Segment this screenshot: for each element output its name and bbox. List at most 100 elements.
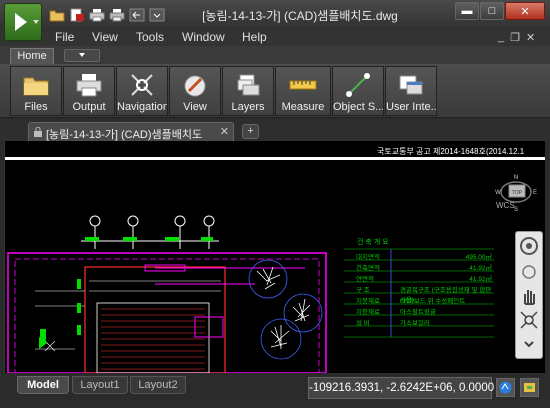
info-row: 구 조 경골목구조 (구조용집성재 및 합판사용) <box>344 284 494 304</box>
info-value: 아스팔트슁글 <box>400 309 436 316</box>
maximize-icon: □ <box>488 5 496 17</box>
tab-layout1[interactable]: Layout1 <box>72 376 128 394</box>
viewcube-west-label: W <box>495 190 501 196</box>
chevron-down-icon <box>33 20 39 24</box>
document-tab-label: [농림-14-13-가] (CAD)샘플배치도 <box>46 129 203 141</box>
chevron-down-icon <box>79 53 85 57</box>
navigation-icon <box>131 74 153 96</box>
steering-wheel-small-icon[interactable] <box>519 262 539 282</box>
settings-icon[interactable] <box>520 378 539 397</box>
tab-model[interactable]: Model <box>17 376 69 394</box>
info-key: 구 조 <box>356 287 370 294</box>
info-row: 지붕재료 아스팔트슁글 <box>344 306 494 316</box>
navigation-label: Navigation <box>117 101 167 113</box>
close-icon[interactable]: ✕ <box>220 125 229 138</box>
ruler-icon <box>289 80 317 90</box>
new-tab-button[interactable]: + <box>242 124 259 139</box>
print-button[interactable] <box>88 6 106 24</box>
window-title: [농림-14-13-가] (CAD)샘플배치도.dwg <box>202 9 398 23</box>
steering-wheel-icon[interactable] <box>519 236 539 256</box>
menu-view[interactable]: View <box>92 30 118 44</box>
info-row: 설 비 가스보일러 <box>344 317 494 327</box>
info-key: 지붕재료 <box>356 309 380 316</box>
menu-bar: File View Tools Window Help _ ❐ ✕ <box>0 30 550 46</box>
object-snap-button[interactable]: Object S... <box>332 66 384 116</box>
doc-restore-icon[interactable]: ❐ <box>510 31 520 44</box>
minimize-button[interactable]: ▬ <box>455 2 479 20</box>
status-bar: Model Layout1 Layout2 -109216.3931, -2.6… <box>0 373 550 408</box>
folder-icon <box>49 10 65 22</box>
doc-close-icon[interactable]: ✕ <box>526 31 535 44</box>
info-row: 대지면적 495.00㎡ <box>344 251 494 261</box>
plot-icon <box>109 9 125 22</box>
view-button[interactable]: View <box>169 66 221 116</box>
open-folder-button[interactable] <box>48 6 66 24</box>
info-row: 연면적 41.92㎡ <box>344 273 494 283</box>
workspace-dropdown[interactable] <box>64 49 100 62</box>
ribbon-tab-bar: Home <box>0 46 550 64</box>
info-table-title: 건 축 개 요 <box>357 239 389 246</box>
info-row: 지붕재료 OSB보드 위 수성페인트 <box>344 295 494 305</box>
measure-label: Measure <box>281 101 325 113</box>
save-button[interactable] <box>68 6 86 24</box>
user-interface-label: User Inte... <box>386 101 436 113</box>
drawing-canvas[interactable]: 국토교통부 공고 제2014-1648호(2014.12.1 TOP N S E… <box>4 141 545 373</box>
close-button[interactable]: ✕ <box>505 2 545 20</box>
wcs-label[interactable]: WCS <box>496 201 515 210</box>
viewcube-north-label: N <box>514 175 518 181</box>
view-label: View <box>183 101 207 113</box>
workspace-switch-icon[interactable] <box>496 378 515 397</box>
quick-access-toolbar <box>48 6 166 24</box>
viewcube-top-label: TOP <box>512 190 523 196</box>
maximize-button[interactable]: □ <box>480 2 504 20</box>
menu-file[interactable]: File <box>55 30 74 44</box>
title-bar: [농림-14-13-가] (CAD)샘플배치도.dwg ▬ □ ✕ <box>0 0 550 41</box>
info-value: 가스보일러 <box>400 320 430 327</box>
close-icon: ✕ <box>520 5 530 18</box>
application-menu-button[interactable] <box>4 3 42 41</box>
printer-icon <box>89 9 105 22</box>
doc-minimize-icon[interactable]: _ <box>498 31 504 44</box>
info-key: 건축면적 <box>356 265 380 272</box>
plot-button[interactable] <box>108 6 126 24</box>
chevron-down-icon[interactable] <box>519 334 539 354</box>
info-key: 지붕재료 <box>356 298 380 305</box>
info-value: 41.92㎡ <box>469 276 492 283</box>
output-button[interactable]: Output <box>63 66 115 116</box>
user-interface-button[interactable]: User Inte... <box>385 66 437 116</box>
navigation-button[interactable]: Navigation <box>116 66 168 116</box>
undo-button[interactable] <box>128 6 146 24</box>
lock-icon <box>34 127 42 137</box>
layers-label: Layers <box>231 101 265 113</box>
output-label: Output <box>72 101 106 113</box>
info-key: 대지면적 <box>356 254 380 261</box>
tab-layout2[interactable]: Layout2 <box>130 376 186 394</box>
info-key: 설 비 <box>356 320 370 327</box>
ribbon-panel: Files Output Navigation View Layers Meas… <box>0 64 550 118</box>
menu-tools[interactable]: Tools <box>136 30 164 44</box>
document-tab[interactable]: [농림-14-13-가] (CAD)샘플배치도 ✕ <box>28 122 234 141</box>
undo-icon <box>129 8 145 22</box>
tab-home[interactable]: Home <box>10 48 54 64</box>
files-label: Files <box>24 101 48 113</box>
layers-button[interactable]: Layers <box>222 66 274 116</box>
info-value: 495.00㎡ <box>465 254 492 261</box>
play-icon <box>15 13 27 31</box>
measure-button[interactable]: Measure <box>275 66 331 116</box>
menu-help[interactable]: Help <box>242 30 267 44</box>
info-row: 건축면적 41.92㎡ <box>344 262 494 272</box>
info-value: 41.92㎡ <box>469 265 492 272</box>
info-value: OSB보드 위 수성페인트 <box>400 298 466 305</box>
info-key: 연면적 <box>356 276 374 283</box>
document-tab-bar: [농림-14-13-가] (CAD)샘플배치도 ✕ + <box>0 119 550 141</box>
files-button[interactable]: Files <box>10 66 62 116</box>
layers-icon <box>237 74 260 96</box>
viewcube[interactable]: TOP N S E W <box>490 161 542 231</box>
coordinate-display: -109216.3931, -2.6242E+06, 0.0000 <box>308 377 494 399</box>
navigation-bar <box>515 231 543 359</box>
zoom-extents-icon[interactable] <box>519 310 539 330</box>
pan-hand-icon[interactable] <box>519 286 539 306</box>
viewcube-east-label: E <box>533 190 537 196</box>
document-window-controls: _ ❐ ✕ <box>498 31 535 44</box>
menu-window[interactable]: Window <box>182 30 225 44</box>
